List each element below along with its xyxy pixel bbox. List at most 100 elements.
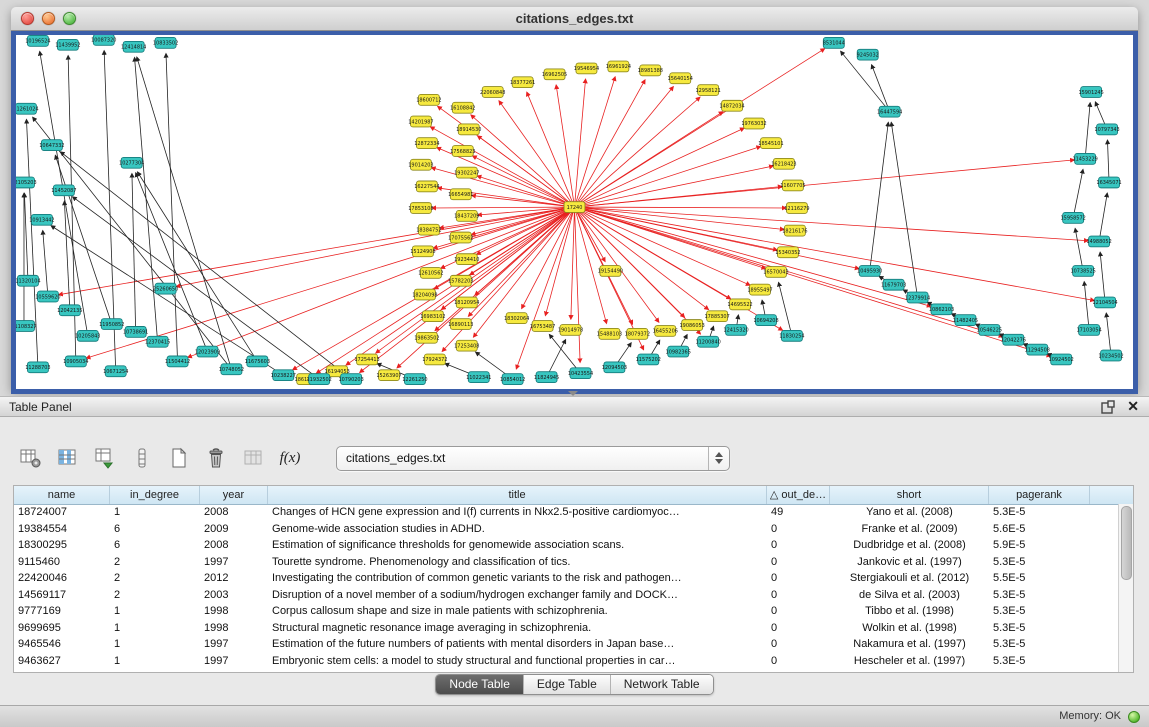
table-row[interactable]: 1872400712008Changes of HCN gene express… xyxy=(14,504,1119,521)
table-cell[interactable]: 0 xyxy=(767,521,830,538)
close-panel-icon[interactable]: ✕ xyxy=(1127,399,1139,414)
graph-node[interactable]: 12415320 xyxy=(723,325,748,336)
graph-node[interactable]: 12872334 xyxy=(414,138,439,149)
graph-node[interactable]: 19234410 xyxy=(454,254,479,265)
table-cell[interactable]: 0 xyxy=(767,570,830,587)
tab-network-table[interactable]: Network Table xyxy=(610,675,713,694)
table-cell[interactable]: Jankovic et al. (1997) xyxy=(830,554,989,571)
table-cell[interactable]: 5.3E-5 xyxy=(989,603,1090,620)
table-row[interactable]: 946362711997Embryonic stem cells: a mode… xyxy=(14,653,1119,670)
graph-node[interactable]: 11950852 xyxy=(99,319,124,330)
graph-node[interactable]: 19086053 xyxy=(680,320,705,331)
column-header-year[interactable]: year xyxy=(200,486,268,504)
graph-node[interactable]: 10797343 xyxy=(1094,124,1119,135)
float-panel-icon[interactable] xyxy=(1101,400,1115,414)
table-cell[interactable]: Corpus callosum shape and size in male p… xyxy=(268,603,767,620)
graph-node[interactable]: 17853108 xyxy=(408,203,433,214)
graph-node[interactable]: 11453229 xyxy=(1072,153,1097,164)
column-header-in_degree[interactable]: in_degree xyxy=(110,486,200,504)
table-cell[interactable]: 6 xyxy=(110,521,200,538)
graph-node[interactable]: 11932502 xyxy=(307,374,332,385)
table-row[interactable]: 1938455462009Genome-wide association stu… xyxy=(14,521,1119,538)
graph-node[interactable]: 10905034 xyxy=(63,356,88,367)
table-cell[interactable]: 1 xyxy=(110,603,200,620)
graph-node[interactable]: 12042135 xyxy=(57,305,82,316)
table-cell[interactable]: Changes of HCN gene expression and I(f) … xyxy=(268,504,767,521)
graph-node[interactable]: 15901245 xyxy=(1078,87,1103,98)
table-cell[interactable]: 0 xyxy=(767,537,830,554)
graph-node[interactable]: 18377261 xyxy=(510,77,535,88)
table-cell[interactable]: 5.5E-5 xyxy=(989,570,1090,587)
graph-node[interactable]: 9245032 xyxy=(857,49,879,60)
graph-node[interactable]: 12023909 xyxy=(195,346,220,357)
table-cell[interactable]: 9699695 xyxy=(14,620,110,637)
graph-node[interactable]: 15640154 xyxy=(668,73,693,84)
graph-node[interactable]: 10671254 xyxy=(103,366,128,377)
graph-node[interactable]: 12104504 xyxy=(1092,297,1117,308)
graph-node[interactable]: 15124908 xyxy=(410,246,435,257)
graph-node[interactable]: 14988052 xyxy=(1086,236,1111,247)
graph-node[interactable]: 16890113 xyxy=(448,319,473,330)
graph-node[interactable]: 16455206 xyxy=(653,326,678,337)
table-row[interactable]: 969969511998Structural magnetic resonanc… xyxy=(14,620,1119,637)
graph-node[interactable]: 16218423 xyxy=(771,158,796,169)
graph-node[interactable]: 18216176 xyxy=(782,225,807,236)
table-cell[interactable]: 1998 xyxy=(200,603,268,620)
table-cell[interactable]: 2003 xyxy=(200,587,268,604)
graph-node[interactable]: 15340352 xyxy=(775,247,800,258)
graph-node[interactable]: 10234502 xyxy=(1098,350,1123,361)
graph-node[interactable]: 19546954 xyxy=(574,63,599,74)
graph-node[interactable]: 19763032 xyxy=(741,118,766,129)
table-cell[interactable]: Wolkin et al. (1998) xyxy=(830,620,989,637)
column-settings-button[interactable] xyxy=(18,445,44,471)
graph-node[interactable]: 11200840 xyxy=(695,336,720,347)
table-cell[interactable]: 9463627 xyxy=(14,653,110,670)
table-cell[interactable]: Genome-wide association studies in ADHD. xyxy=(268,521,767,538)
graph-node[interactable]: 17254413 xyxy=(354,354,379,365)
delete-column-button[interactable] xyxy=(203,445,229,471)
column-header-title[interactable]: title xyxy=(268,486,767,504)
table-cell[interactable]: 6 xyxy=(110,537,200,554)
graph-node[interactable]: 16753487 xyxy=(530,321,555,332)
table-cell[interactable]: 1 xyxy=(110,653,200,670)
table-cell[interactable]: Nakamura et al. (1997) xyxy=(830,636,989,653)
table-cell[interactable]: Hescheler et al. (1997) xyxy=(830,653,989,670)
graph-node[interactable]: 19014978 xyxy=(558,325,583,336)
graph-node[interactable]: 11288703 xyxy=(25,362,50,373)
graph-node[interactable]: 14872034 xyxy=(719,100,744,111)
graph-node[interactable]: 18302064 xyxy=(504,313,529,324)
table-cell[interactable]: 2009 xyxy=(200,521,268,538)
graph-node[interactable]: 17568823 xyxy=(450,146,475,157)
graph-node[interactable]: 18204098 xyxy=(412,289,437,300)
graph-node[interactable]: 11108327 xyxy=(16,321,37,332)
graph-node[interactable]: 18981388 xyxy=(638,65,663,76)
graph-node[interactable]: 19154490 xyxy=(598,266,623,277)
table-cell[interactable]: Estimation of significance thresholds fo… xyxy=(268,537,767,554)
graph-node[interactable]: 10854012 xyxy=(500,374,525,385)
table-cell[interactable]: 9777169 xyxy=(14,603,110,620)
graph-node[interactable]: 17885307 xyxy=(704,311,729,322)
table-cell[interactable]: 2 xyxy=(110,570,200,587)
table-cell[interactable]: 2 xyxy=(110,587,200,604)
graph-node[interactable]: 10982365 xyxy=(666,346,691,357)
graph-node[interactable]: 16345071 xyxy=(1096,177,1121,188)
graph-node[interactable]: 11679703 xyxy=(881,279,906,290)
graph-node[interactable]: 22060848 xyxy=(480,87,505,98)
select-columns-button[interactable] xyxy=(55,445,81,471)
table-cell[interactable]: 9115460 xyxy=(14,554,110,571)
table-cell[interactable]: 0 xyxy=(767,620,830,637)
graph-node[interactable]: 15488103 xyxy=(597,328,622,339)
graph-node[interactable]: 18437209 xyxy=(454,210,479,221)
graph-node[interactable]: 10790203 xyxy=(338,374,363,385)
column-header-out_de[interactable]: △ out_de… xyxy=(767,486,830,504)
graph-node[interactable]: 12042276 xyxy=(1001,334,1026,345)
graph-node[interactable]: 10833502 xyxy=(153,37,178,48)
graph-node[interactable]: 16447594 xyxy=(877,106,902,117)
table-cell[interactable]: 2008 xyxy=(200,537,268,554)
table-cell[interactable]: 5.3E-5 xyxy=(989,504,1090,521)
table-cell[interactable]: Estimation of the future numbers of pati… xyxy=(268,636,767,653)
table-row[interactable]: 977716911998Corpus callosum shape and si… xyxy=(14,603,1119,620)
graph-node[interactable]: 16983102 xyxy=(420,311,445,322)
graph-node[interactable]: 11452087 xyxy=(51,185,76,196)
column-header-pagerank[interactable]: pagerank xyxy=(989,486,1090,504)
